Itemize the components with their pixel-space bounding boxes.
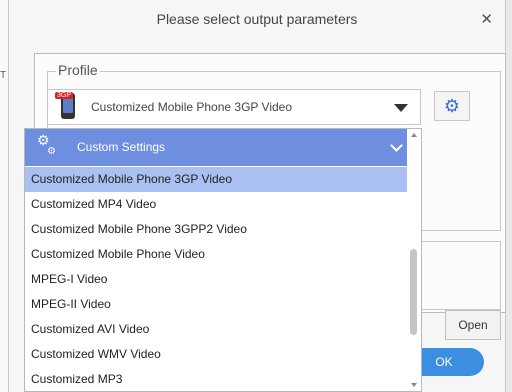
dropdown-option[interactable]: MPEG-I Video xyxy=(25,267,407,292)
custom-settings-header[interactable]: ⚙ ⚙ Custom Settings xyxy=(25,129,421,166)
dropdown-option[interactable]: Customized Mobile Phone 3GPP2 Video xyxy=(25,217,407,242)
dropdown-option-selected[interactable]: Customized Mobile Phone 3GP Video xyxy=(25,167,407,192)
dropdown-option[interactable]: Customized MP4 Video xyxy=(25,192,407,217)
chevron-down-icon[interactable] xyxy=(390,139,403,152)
background-window: T xyxy=(0,0,8,392)
dropdown-option[interactable]: Customized WMV Video xyxy=(25,342,407,367)
gears-icon: ⚙ ⚙ xyxy=(37,132,56,157)
scroll-down-arrow-icon[interactable] xyxy=(411,383,417,387)
background-text-fragment: T xyxy=(0,70,7,81)
profile-select[interactable]: 3GP Customized Mobile Phone 3GP Video xyxy=(47,89,421,125)
dialog-title: Please select output parameters xyxy=(156,11,358,27)
profile-label: Profile xyxy=(56,62,100,78)
dropdown-option[interactable]: Customized Mobile Phone Video xyxy=(25,242,407,267)
gear-icon: ⚙ xyxy=(443,96,461,116)
profile-dropdown-list: ⚙ ⚙ Custom Settings Customized Mobile Pho… xyxy=(24,128,422,392)
custom-settings-label: Custom Settings xyxy=(77,140,166,154)
profile-selected-value: Customized Mobile Phone 3GP Video xyxy=(91,100,293,114)
phone-icon-tag: 3GP xyxy=(55,92,74,99)
close-icon[interactable]: ✕ xyxy=(480,10,493,28)
dropdown-option[interactable]: MPEG-II Video xyxy=(25,292,407,317)
phone-3gp-icon: 3GP xyxy=(55,92,75,119)
dropdown-option[interactable]: Customized MP3 xyxy=(25,367,407,391)
dropdown-option[interactable]: Customized AVI Video xyxy=(25,317,407,342)
scroll-up-arrow-icon[interactable] xyxy=(411,133,417,137)
open-button[interactable]: Open xyxy=(445,310,501,340)
dropdown-options: Customized Mobile Phone 3GP Video Custom… xyxy=(25,167,407,391)
profile-settings-button[interactable]: ⚙ xyxy=(434,91,470,121)
scrollbar-thumb[interactable] xyxy=(410,249,417,335)
dropdown-scrollbar[interactable] xyxy=(407,129,421,391)
dropdown-arrow-icon[interactable] xyxy=(394,104,408,112)
